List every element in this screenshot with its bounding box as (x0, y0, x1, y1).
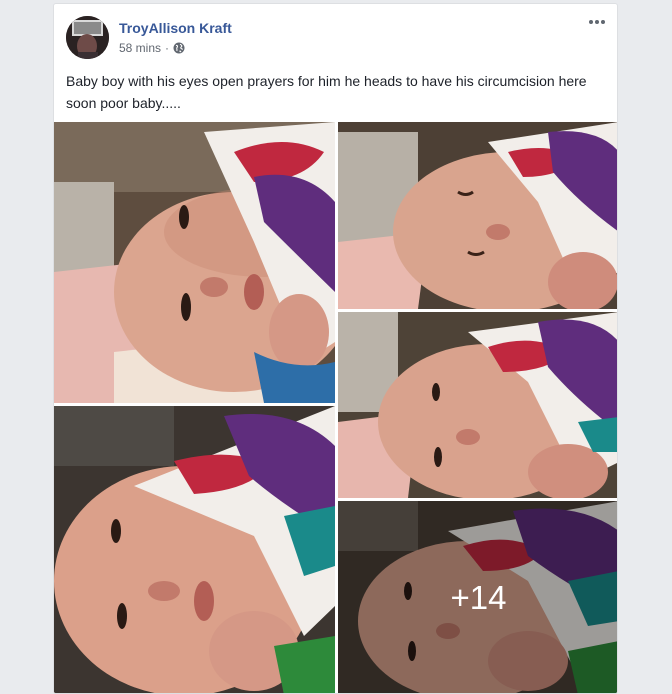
author-avatar[interactable] (66, 16, 109, 59)
more-options-icon[interactable] (587, 14, 607, 30)
post-timestamp[interactable]: 58 mins (119, 41, 161, 55)
globe-icon[interactable] (173, 42, 185, 54)
post-caption: Baby boy with his eyes open prayers for … (66, 73, 587, 111)
post-meta: 58 mins · (119, 41, 185, 55)
more-photos-count: +14 (450, 579, 507, 616)
photo-2[interactable] (338, 122, 617, 309)
photo-1[interactable] (54, 122, 335, 403)
feed-post: TroyAllison Kraft 58 mins · Baby boy wit… (53, 3, 618, 694)
author-name[interactable]: TroyAllison Kraft (119, 20, 232, 36)
photo-5[interactable]: +14 (338, 501, 617, 693)
photo-4[interactable] (54, 406, 335, 693)
photo-3[interactable] (338, 312, 617, 498)
more-photos-overlay[interactable]: +14 (338, 501, 617, 693)
meta-separator: · (165, 41, 170, 55)
